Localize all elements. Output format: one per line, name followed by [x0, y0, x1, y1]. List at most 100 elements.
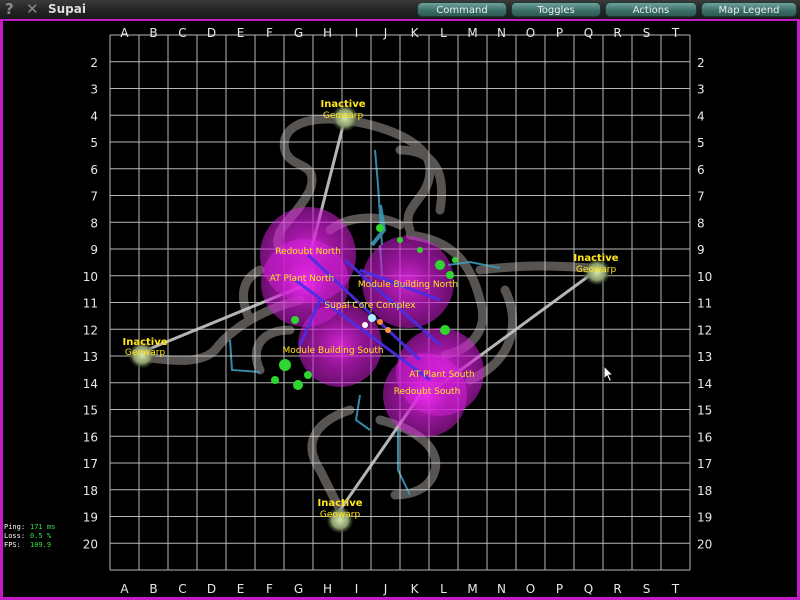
row-label-left: 13 — [83, 350, 98, 364]
row-label-left: 20 — [83, 537, 98, 551]
column-label-top: R — [613, 26, 621, 40]
column-label-top: F — [266, 26, 273, 40]
row-label-right: 3 — [697, 83, 705, 97]
row-label-left: 4 — [90, 109, 98, 123]
column-label-bottom: L — [440, 582, 447, 596]
row-label-right: 11 — [697, 297, 712, 311]
row-label-right: 19 — [697, 511, 712, 525]
unit-cluster — [376, 224, 384, 232]
geowarp-label-south: Geowarp — [320, 510, 361, 520]
geowarp-label-west: Geowarp — [125, 348, 166, 358]
unit-cluster — [291, 316, 299, 324]
column-label-top: I — [355, 26, 359, 40]
row-label-right: 2 — [697, 56, 705, 70]
at-plant-south-label: AT Plant South — [409, 370, 475, 380]
row-label-left: 6 — [90, 163, 98, 177]
at-plant-north-label: AT Plant North — [270, 274, 335, 284]
row-label-right: 16 — [697, 430, 712, 444]
row-label-left: 5 — [90, 136, 98, 150]
geowarp-label-north: Geowarp — [323, 111, 364, 121]
inactive-label-east: Inactive — [573, 253, 618, 264]
map-window: ? ✕ Supai Command Toggles Actions Map Le… — [0, 0, 800, 600]
column-label-top: G — [294, 26, 303, 40]
column-label-bottom: G — [294, 582, 303, 596]
row-label-right: 7 — [697, 190, 705, 204]
loss-value: 0.5 % — [30, 532, 52, 540]
unit-cluster — [417, 247, 423, 253]
unit-cluster — [293, 380, 303, 390]
row-label-right: 15 — [697, 404, 712, 418]
column-label-top: L — [440, 26, 447, 40]
redoubt-north-label: Redoubt North — [275, 247, 341, 257]
unit-cluster — [304, 371, 312, 379]
unit-cluster — [446, 271, 454, 279]
row-label-left: 2 — [90, 56, 98, 70]
row-label-right: 20 — [697, 537, 712, 551]
column-label-bottom: I — [355, 582, 359, 596]
row-label-right: 17 — [697, 457, 712, 471]
column-label-top: C — [178, 26, 186, 40]
column-label-top: N — [497, 26, 506, 40]
column-label-top: S — [643, 26, 651, 40]
network-stats: Ping: 171 ms Loss: 0.5 % FPS: 109.9 — [4, 523, 55, 550]
row-label-left: 3 — [90, 83, 98, 97]
core-complex-label: Supai Core Complex — [324, 301, 416, 311]
column-label-top: B — [149, 26, 157, 40]
row-label-right: 9 — [697, 243, 705, 257]
row-label-left: 17 — [83, 457, 98, 471]
column-label-bottom: Q — [584, 582, 593, 596]
row-label-right: 18 — [697, 484, 712, 498]
tactical-map[interactable]: A A B B C C D D E E F F G G H H I I J J K K L L M M N N O O P P Q Q R R S S T T… — [0, 0, 800, 600]
core-unit — [368, 314, 376, 322]
ping-row: Ping: 171 ms — [4, 523, 55, 532]
core-unit — [377, 319, 383, 325]
column-label-bottom: O — [526, 582, 535, 596]
row-label-right: 8 — [697, 216, 705, 230]
fps-label: FPS: — [4, 541, 21, 549]
row-label-left: 15 — [83, 404, 98, 418]
core-unit — [385, 327, 391, 333]
geowarp-label-east: Geowarp — [576, 265, 617, 275]
core-unit — [362, 322, 368, 328]
column-label-top: A — [120, 26, 129, 40]
column-label-bottom: M — [467, 582, 477, 596]
column-label-top: J — [383, 26, 388, 40]
column-label-top: H — [323, 26, 332, 40]
row-label-right: 13 — [697, 350, 712, 364]
mouse-cursor-icon — [603, 365, 615, 383]
column-label-bottom: N — [497, 582, 506, 596]
column-label-bottom: E — [237, 582, 245, 596]
row-label-right: 6 — [697, 163, 705, 177]
column-label-top: O — [526, 26, 535, 40]
column-label-top: D — [207, 26, 216, 40]
row-label-left: 11 — [83, 297, 98, 311]
column-label-top: P — [556, 26, 563, 40]
row-label-left: 9 — [90, 243, 98, 257]
row-label-left: 8 — [90, 216, 98, 230]
column-label-bottom: K — [411, 582, 420, 596]
unit-cluster — [435, 260, 445, 270]
row-label-right: 4 — [697, 109, 705, 123]
row-label-left: 19 — [83, 511, 98, 525]
inactive-label-north: Inactive — [320, 99, 365, 110]
column-label-bottom: A — [120, 582, 129, 596]
column-label-top: E — [237, 26, 245, 40]
column-label-top: Q — [584, 26, 593, 40]
unit-cluster — [271, 376, 279, 384]
row-label-right: 12 — [697, 323, 712, 337]
redoubt-south-label: Redoubt South — [394, 387, 461, 397]
column-label-bottom: C — [178, 582, 186, 596]
column-label-top: K — [411, 26, 420, 40]
column-label-bottom: S — [643, 582, 651, 596]
inactive-label-south: Inactive — [317, 498, 362, 509]
column-label-bottom: D — [207, 582, 216, 596]
column-label-top: M — [467, 26, 477, 40]
column-label-bottom: P — [556, 582, 563, 596]
loss-row: Loss: 0.5 % — [4, 532, 55, 541]
column-label-bottom: R — [613, 582, 621, 596]
column-label-bottom: T — [671, 582, 680, 596]
column-label-bottom: F — [266, 582, 273, 596]
column-label-bottom: B — [149, 582, 157, 596]
row-label-left: 10 — [83, 270, 98, 284]
row-label-right: 10 — [697, 270, 712, 284]
